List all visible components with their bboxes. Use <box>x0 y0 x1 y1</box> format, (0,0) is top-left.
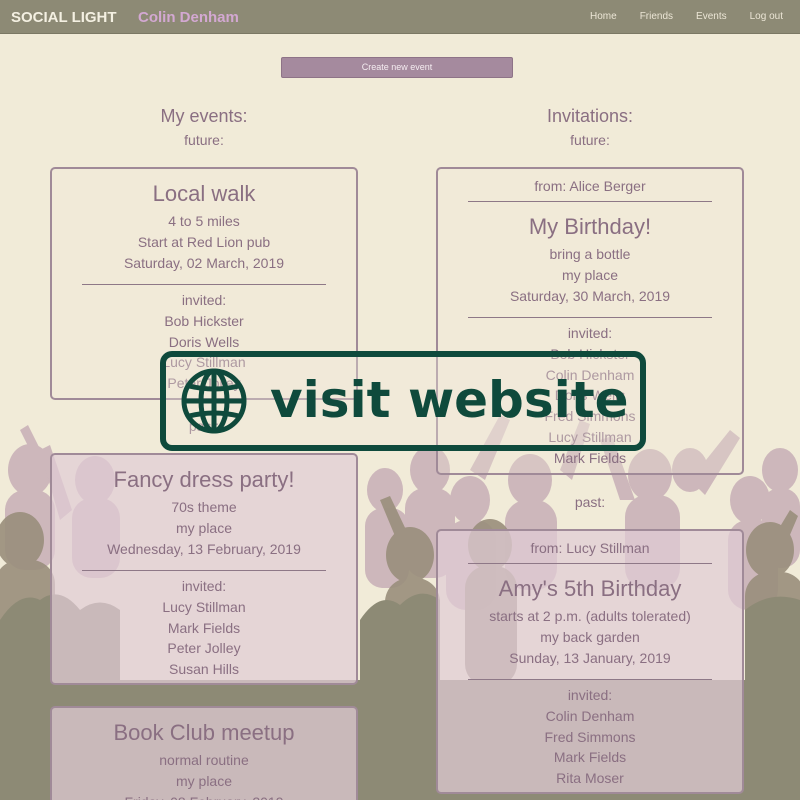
event-title: Local walk <box>152 181 256 206</box>
divider <box>82 284 326 285</box>
event-detail: my place <box>175 520 233 536</box>
event-detail: 4 to 5 miles <box>168 213 240 229</box>
divider <box>468 317 712 318</box>
event-detail: Start at Red Lion pub <box>137 234 271 250</box>
event-detail: my place <box>561 267 619 283</box>
invitee-name: Colin Denham <box>545 708 635 724</box>
event-detail: my back garden <box>540 629 640 645</box>
visit-website-label[interactable]: visit website <box>270 369 629 431</box>
nav-logout-link[interactable]: Log out <box>750 11 783 22</box>
divider <box>468 563 712 564</box>
invitations-future-label: future: <box>570 132 610 148</box>
brand-logo[interactable]: SOCIAL LIGHT <box>11 9 117 26</box>
invitee-name: Susan Hills <box>168 661 240 678</box>
event-detail: normal routine <box>159 752 249 768</box>
invited-label: invited: <box>567 325 613 341</box>
nav-events-link[interactable]: Events <box>696 11 727 22</box>
event-card[interactable]: Fancy dress party! 70s theme my place We… <box>50 453 358 685</box>
invitee-name: Bob Hickster <box>164 313 244 329</box>
invitee-name: Fred Simmons <box>544 728 636 745</box>
event-title: My Birthday! <box>528 214 652 239</box>
invitation-sender: from: Lucy Stillman <box>530 540 650 556</box>
event-date: Saturday, 02 March, 2019 <box>123 255 285 271</box>
event-card[interactable]: Book Club meetup normal routine my place… <box>50 706 358 800</box>
visit-website-badge[interactable]: visit website <box>160 351 646 451</box>
nav-friends-link[interactable]: Friends <box>640 11 673 22</box>
invitee-name: Mark Fields <box>167 619 241 636</box>
event-detail: starts at 2 p.m. (adults tolerated) <box>489 608 691 624</box>
invitation-card[interactable]: from: Lucy Stillman Amy's 5th Birthday s… <box>436 529 744 794</box>
my-events-future-label: future: <box>184 132 224 148</box>
nav-home-link[interactable]: Home <box>590 11 617 22</box>
event-title: Book Club meetup <box>113 720 295 745</box>
divider <box>468 679 712 680</box>
event-title: Fancy dress party! <box>113 467 295 492</box>
invitee-name: Lucy Stillman <box>162 599 246 615</box>
invited-label: invited: <box>181 292 227 308</box>
event-date: Sunday, 13 January, 2019 <box>509 650 671 666</box>
current-user-name[interactable]: Colin Denham <box>138 9 239 26</box>
event-detail: bring a bottle <box>549 246 631 262</box>
top-navbar: SOCIAL LIGHT Colin Denham Home Friends E… <box>0 0 800 34</box>
event-date: Saturday, 30 March, 2019 <box>509 288 671 304</box>
invitations-heading: Invitations: <box>546 106 634 126</box>
event-date: Wednesday, 13 February, 2019 <box>107 541 301 557</box>
invited-label: invited: <box>181 578 227 594</box>
event-detail: my place <box>175 773 233 789</box>
invited-label: invited: <box>567 687 613 703</box>
invitee-name: Doris Wells <box>168 333 240 350</box>
event-date: Friday, 08 February, 2019 <box>52 792 356 800</box>
divider <box>468 201 712 202</box>
invitation-sender: from: Alice Berger <box>534 178 646 194</box>
event-detail: 70s theme <box>171 499 237 515</box>
invitee-name: Peter Jolley <box>167 640 241 657</box>
invitations-past-label: past: <box>574 494 606 510</box>
nav-menu: Home Friends Events Log out <box>567 11 783 22</box>
divider <box>82 570 326 571</box>
my-events-heading: My events: <box>160 106 248 126</box>
event-title: Amy's 5th Birthday <box>498 576 682 601</box>
invitee-name: Rita Moser <box>556 770 624 787</box>
invitee-name: Mark Fields <box>553 749 627 766</box>
create-event-button[interactable]: Create new event <box>281 57 513 78</box>
globe-icon <box>181 368 247 434</box>
